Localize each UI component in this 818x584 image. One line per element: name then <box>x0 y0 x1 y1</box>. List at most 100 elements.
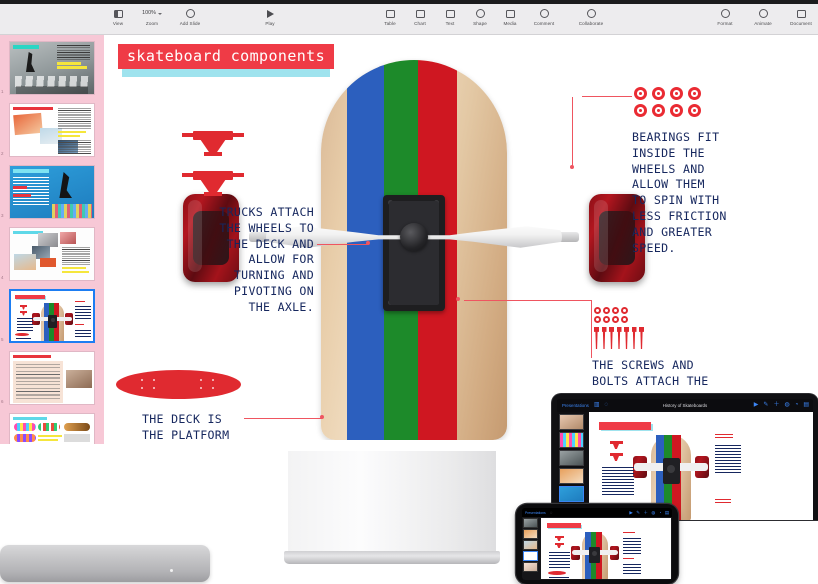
toolbar-document-button[interactable]: Document <box>782 7 818 27</box>
toolbar-chart-label: Chart <box>414 21 426 26</box>
toolbar-text-button[interactable]: Text <box>435 7 465 27</box>
slide-thumbnail-row[interactable]: 4 <box>0 227 104 281</box>
slide-thumbnail-row[interactable]: 1 <box>0 41 104 95</box>
leader-line-trucks <box>317 244 369 246</box>
slide-number: 3 <box>1 213 4 218</box>
truck-icon <box>182 130 244 162</box>
iphone-back-button[interactable]: Presentations <box>522 511 546 515</box>
iphone-thumbnail[interactable] <box>523 529 538 539</box>
document-icon[interactable]: ▤ <box>665 510 669 515</box>
animate-icon[interactable]: ◔ <box>795 402 799 409</box>
bearing-icon <box>670 87 683 100</box>
table-icon <box>385 7 395 20</box>
toolbar-zoom-label: Zoom <box>145 21 159 26</box>
slide-number: 2 <box>1 151 4 156</box>
toolbar-animate-button[interactable]: Animate <box>744 7 782 27</box>
callout-bearings-text[interactable]: BEARINGS FIT INSIDE THE WHEELS AND ALLOW… <box>632 130 727 256</box>
ipad-screen[interactable]: Presentations ▥ ◌ History of Skateboards… <box>557 399 813 520</box>
nut-icon <box>621 307 628 314</box>
leader-dot-deck <box>320 415 324 419</box>
toolbar-table-button[interactable]: Table <box>375 7 405 27</box>
slide-thumbnail-5-selected[interactable] <box>9 289 95 343</box>
ipad-thumbnail[interactable] <box>559 432 584 448</box>
toolbar-chart-button[interactable]: Chart <box>405 7 435 27</box>
leader-line-bearings-v <box>572 97 574 167</box>
slide-thumbnail-row[interactable]: 2 <box>0 103 104 157</box>
slide-content[interactable]: skateboard components TRUCKS ATTACH THE … <box>104 35 818 440</box>
slide-canvas[interactable]: skateboard components TRUCKS ATTACH THE … <box>104 35 818 444</box>
slide-thumbnail-1[interactable] <box>9 41 95 95</box>
kingpin <box>400 223 428 251</box>
slide-navigator-scroll[interactable]: 1 2 3 4 5 6 <box>0 35 104 444</box>
help-icon[interactable]: ◌ <box>550 510 553 515</box>
iphone-device: Presentations ◌ ▶ ✎ ＋ ◍ ◔ ▤ <box>516 504 678 584</box>
iphone-thumbnail[interactable] <box>523 518 538 528</box>
iphone-screen[interactable]: Presentations ◌ ▶ ✎ ＋ ◍ ◔ ▤ <box>522 508 672 580</box>
power-led <box>170 569 173 572</box>
ipad-thumbnail[interactable] <box>559 450 584 466</box>
callout-deck-text[interactable]: THE DECK IS THE PLATFORM <box>142 412 229 440</box>
toolbar-media-button[interactable]: Media <box>495 7 525 27</box>
callout-trucks-text[interactable]: TRUCKS ATTACH THE WHEELS TO THE DECK AND… <box>124 205 314 316</box>
toolbar-view-button[interactable]: View <box>103 7 133 27</box>
keynote-window: View 100% Zoom Add Slide Play Table Char… <box>0 4 818 444</box>
slide-navigator[interactable]: 1 2 3 4 5 6 <box>0 35 104 444</box>
slide-thumbnail-4[interactable] <box>9 227 95 281</box>
toolbar-table-label: Table <box>384 21 396 26</box>
format-brush-icon <box>720 7 730 20</box>
toolbar-add-slide-button[interactable]: Add Slide <box>171 7 209 27</box>
collaborate-icon[interactable]: ◍ <box>784 402 789 409</box>
screw-icon <box>639 327 644 349</box>
toolbar-zoom-button[interactable]: 100% Zoom <box>133 7 171 27</box>
animate-icon[interactable]: ◔ <box>659 510 662 515</box>
ipad-thumbnail[interactable] <box>559 468 584 484</box>
collaborate-icon[interactable]: ◍ <box>651 510 655 515</box>
toolbar-shape-button[interactable]: Shape <box>465 7 495 27</box>
ipad-thumbnail[interactable] <box>559 414 584 430</box>
display-stand <box>288 451 496 561</box>
skateboard-graphic[interactable] <box>183 60 645 440</box>
iphone-slide-canvas[interactable] <box>541 518 671 579</box>
slide-thumbnail-row[interactable]: 6 <box>0 351 104 405</box>
slide-thumbnail-2[interactable] <box>9 103 95 157</box>
toolbar-play-button[interactable]: Play <box>255 7 285 27</box>
slide-thumbnail-row[interactable]: 5 <box>0 289 104 343</box>
slide-thumbnail-row[interactable]: 3 <box>0 165 104 219</box>
play-icon[interactable]: ▶ <box>629 510 632 515</box>
slide-thumbnail-3[interactable] <box>9 165 95 219</box>
toolbar-view-label: View <box>112 21 124 26</box>
add-slide-icon <box>185 7 195 20</box>
truck-icon <box>182 170 244 202</box>
slide-number: 1 <box>1 89 4 94</box>
slide-thumbnail-6[interactable] <box>9 351 95 405</box>
format-brush-icon[interactable]: ✎ <box>763 402 768 409</box>
slide-thumbnail-7[interactable] <box>9 413 95 444</box>
nut-icon <box>603 307 610 314</box>
format-brush-icon[interactable]: ✎ <box>636 510 640 515</box>
slide-thumbnail-row[interactable]: 7 <box>0 413 104 444</box>
screw-icon <box>609 327 614 349</box>
view-panel-icon <box>113 7 123 20</box>
toolbar-format-button[interactable]: Format <box>706 7 744 27</box>
leader-line-deck <box>244 418 322 420</box>
iphone-thumbnail[interactable] <box>523 562 538 572</box>
document-icon[interactable]: ▤ <box>803 402 809 409</box>
truck-icon-group <box>182 130 244 210</box>
iphone-thumbnail-selected[interactable] <box>523 551 538 561</box>
play-icon[interactable]: ▶ <box>754 402 759 409</box>
toolbar-collaborate-button[interactable]: Collaborate <box>572 7 610 27</box>
toolbar-document-label: Document <box>790 21 812 26</box>
iphone-slide-navigator[interactable] <box>522 517 541 580</box>
wheel-highlight <box>594 200 608 272</box>
ipad-thumbnail-selected[interactable] <box>559 486 584 502</box>
toolbar-text-label: Text <box>445 21 455 26</box>
toolbar-comment-button[interactable]: Comment <box>525 7 563 27</box>
nut-icon <box>621 316 628 323</box>
iphone-mini-slide <box>541 518 671 579</box>
callout-screws-text[interactable]: THE SCREWS AND BOLTS ATTACH THE <box>592 358 708 390</box>
slide-title[interactable]: skateboard components <box>118 44 335 69</box>
bearing-icon-group <box>634 87 706 121</box>
iphone-thumbnail[interactable] <box>523 540 538 550</box>
add-icon[interactable]: ＋ <box>773 402 779 409</box>
add-icon[interactable]: ＋ <box>643 510 647 515</box>
